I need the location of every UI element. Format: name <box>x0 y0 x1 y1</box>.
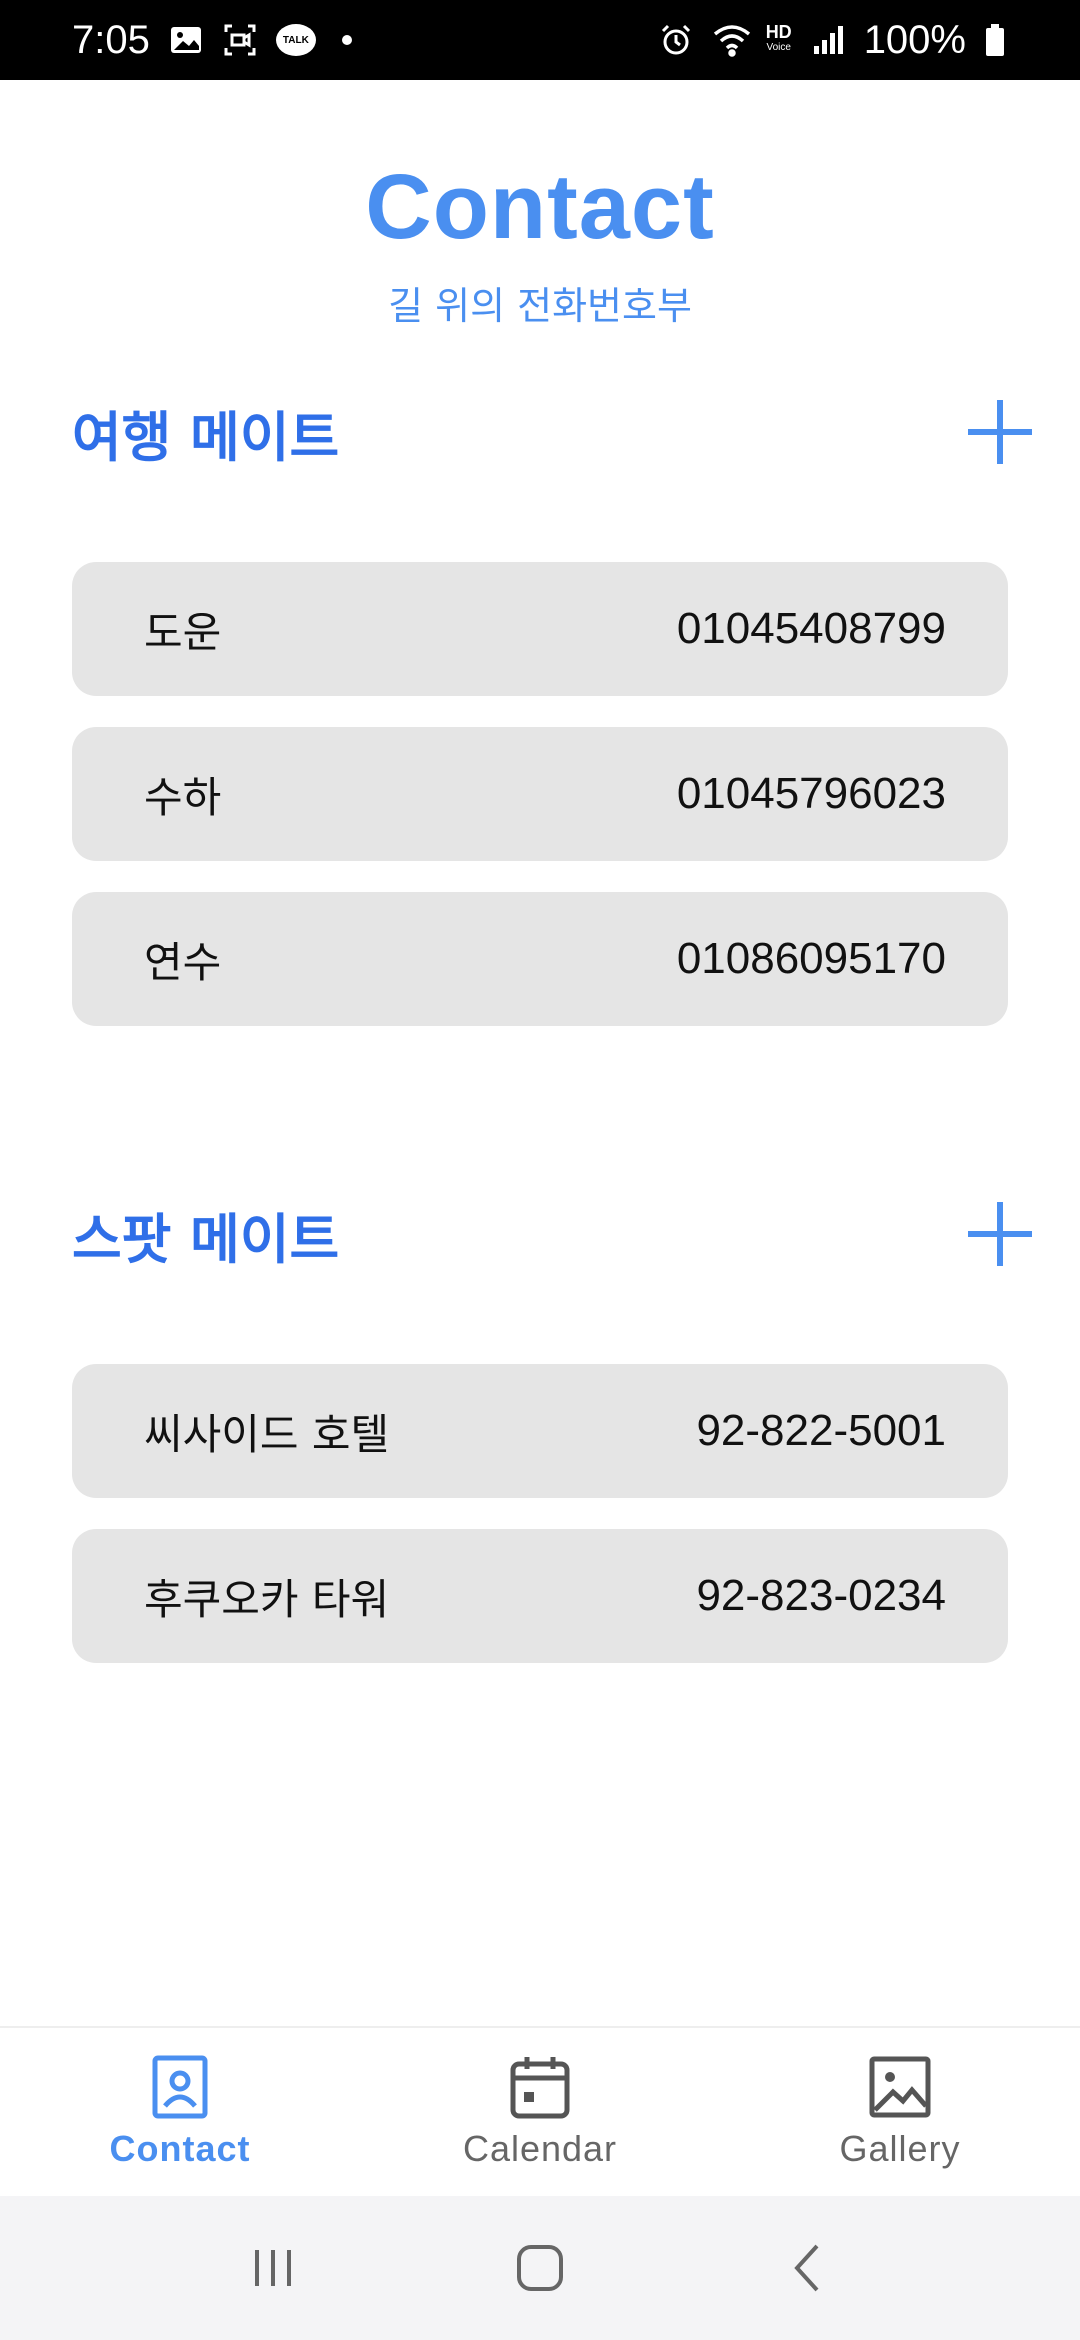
recent-apps-button[interactable] <box>237 2232 309 2304</box>
hd-label: HD <box>765 22 792 42</box>
contact-card[interactable]: 도운 01045408799 <box>72 562 1008 696</box>
signal-icon <box>810 22 846 58</box>
nav-tab-gallery[interactable]: Gallery <box>750 2054 1050 2170</box>
contact-card[interactable]: 씨사이드 호텔 92-822-5001 <box>72 1364 1008 1498</box>
add-contact-button[interactable] <box>968 1202 1032 1266</box>
nav-label: Calendar <box>462 2128 618 2169</box>
voice-label: Voice <box>766 42 791 53</box>
nav-tab-contact[interactable]: Contact <box>30 2054 330 2170</box>
contact-phone: 92-822-5001 <box>696 1406 946 1455</box>
status-time: 7:05 <box>72 17 150 62</box>
contact-phone: 01086095170 <box>676 934 946 983</box>
contact-phone: 01045408799 <box>676 604 946 653</box>
nav-label: Gallery <box>839 2128 961 2169</box>
contact-card[interactable]: 연수 01086095170 <box>72 892 1008 1026</box>
section-title: 스팟 메이트 <box>72 1207 340 1271</box>
gallery-icon <box>869 2054 931 2120</box>
battery-percent: 100% <box>863 17 966 62</box>
back-button[interactable] <box>771 2232 843 2304</box>
contact-name: 수하 <box>144 772 222 822</box>
contact-name: 도운 <box>144 607 222 657</box>
section-header-travel-mates: 여행 메이트 <box>72 392 1032 472</box>
status-right: HD Voice 100% <box>658 18 1020 63</box>
status-bar: 7:05 TALK HD Voice 100% <box>0 0 1080 80</box>
hd-voice-icon: HD Voice <box>765 22 792 56</box>
more-notifications-dot-icon <box>341 35 352 45</box>
add-contact-button[interactable] <box>968 400 1032 464</box>
section-title: 여행 메이트 <box>72 405 340 469</box>
contact-icon <box>149 2054 211 2120</box>
gallery-notification-icon <box>168 22 204 58</box>
alarm-icon <box>658 22 694 58</box>
contact-card[interactable]: 수하 01045796023 <box>72 727 1008 861</box>
wifi-icon <box>712 22 750 58</box>
nav-label: Contact <box>109 2128 251 2169</box>
page-subtitle: 길 위의 전화번호부 <box>388 284 692 328</box>
page-title: Contact <box>365 156 715 258</box>
screen-record-icon <box>222 22 258 58</box>
system-nav-bar <box>0 2196 1080 2340</box>
section-header-spot-mates: 스팟 메이트 <box>72 1194 1032 1274</box>
contact-name: 씨사이드 호텔 <box>144 1409 390 1459</box>
status-left: 7:05 TALK <box>72 18 352 63</box>
contact-phone: 01045796023 <box>676 769 946 818</box>
nav-tab-calendar[interactable]: Calendar <box>390 2054 690 2170</box>
contact-name: 연수 <box>144 937 222 987</box>
calendar-icon <box>509 2054 571 2120</box>
bottom-nav: Contact Calendar Gallery <box>0 2026 1080 2196</box>
contact-name: 후쿠오카 타워 <box>144 1574 390 1624</box>
battery-icon <box>984 22 1020 58</box>
contact-phone: 92-823-0234 <box>696 1571 946 1620</box>
contact-card[interactable]: 후쿠오카 타워 92-823-0234 <box>72 1529 1008 1663</box>
talk-icon: TALK <box>275 24 316 56</box>
home-button[interactable] <box>504 2232 576 2304</box>
